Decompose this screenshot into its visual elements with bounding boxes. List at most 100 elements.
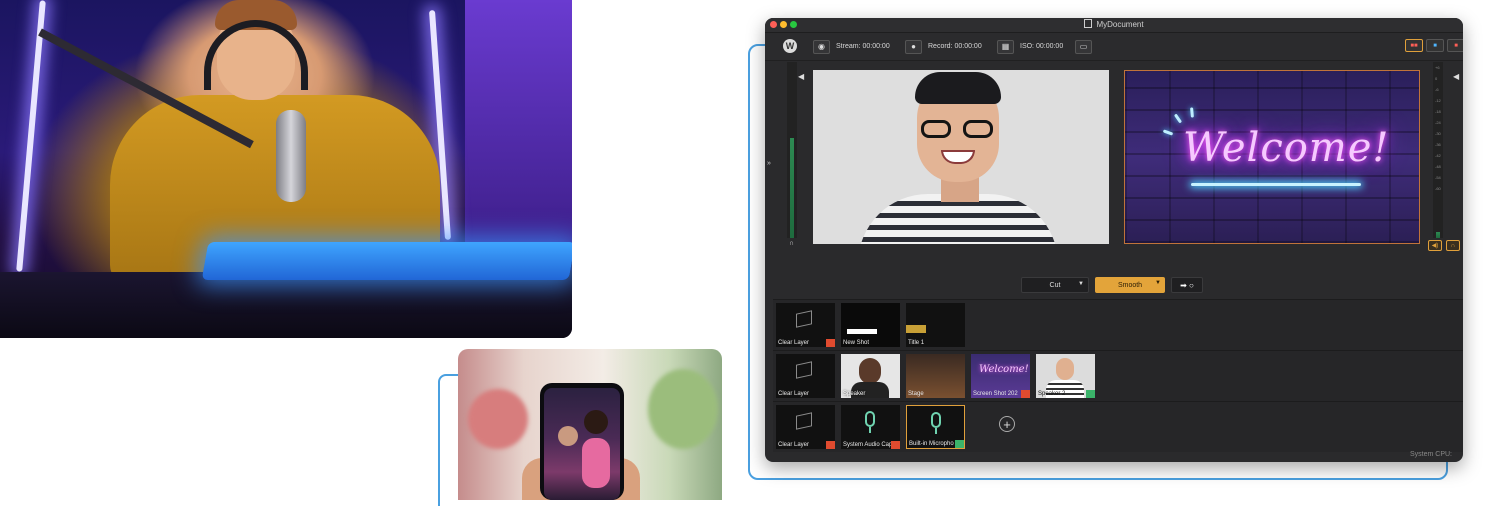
preview-monitor[interactable] xyxy=(813,70,1109,244)
meter-tick: -48 xyxy=(1435,164,1441,169)
meter-scale: +6 0 -6 -12 -18 -24 -30 -36 -42 -48 -54 … xyxy=(1435,62,1441,194)
iso-control[interactable]: ▦ ISO: 00:00:00 xyxy=(997,33,1063,60)
titlebar: MyDocument xyxy=(765,18,1463,33)
shot-label: Speaker 2 xyxy=(1038,391,1066,397)
volume-marker-icon[interactable]: ◀ xyxy=(798,72,804,81)
performer xyxy=(584,410,608,434)
shot-label: Title 1 xyxy=(908,340,925,346)
monitor-icon[interactable]: ▭ xyxy=(1075,39,1092,54)
smooth-transition-dropdown[interactable]: Smooth ▼ xyxy=(1095,277,1165,293)
shot-tile[interactable]: Clear Layer xyxy=(776,354,835,398)
shot-tile[interactable]: Clear Layer xyxy=(776,303,835,347)
toolbar: W ◉ Stream: 00:00:00 ● Record: 00:00:00 … xyxy=(765,33,1463,61)
broadcast-icon[interactable]: ◉ xyxy=(813,39,830,54)
layout-live-button[interactable]: ■ xyxy=(1447,39,1463,52)
shot-label: Speaker xyxy=(843,391,866,397)
shot-tile[interactable]: Built-in Micropho xyxy=(906,405,965,449)
screen-control[interactable]: ▭ xyxy=(1075,33,1098,60)
shot-tile[interactable]: New Shot xyxy=(841,303,900,347)
status-badge xyxy=(891,441,900,449)
bokeh xyxy=(648,369,718,449)
live-output-monitor[interactable]: Welcome! xyxy=(1124,70,1420,244)
headphone-icon[interactable]: ∩ xyxy=(1446,240,1460,251)
shot-tile[interactable]: Speaker 2 xyxy=(1036,354,1095,398)
bokeh xyxy=(468,389,528,449)
clapperboard-icon[interactable]: ▦ xyxy=(997,39,1014,54)
meter-tick: -30 xyxy=(1435,131,1441,136)
status-badge xyxy=(826,339,835,347)
go-button[interactable]: ➡ ○ xyxy=(1171,277,1203,293)
shot-label: Clear Layer xyxy=(778,442,810,448)
document-icon xyxy=(1084,19,1093,28)
headphone-monitor-icon[interactable]: ∩ xyxy=(789,240,794,247)
meter-tick: -6 xyxy=(1435,87,1439,92)
cut-label: Cut xyxy=(1049,281,1061,289)
record-label: Record: xyxy=(928,43,953,50)
shot-label: System Audio Captu xyxy=(843,442,898,448)
lower-third-graphic xyxy=(847,329,877,334)
speaker-thumb xyxy=(859,358,881,384)
keyboard xyxy=(201,242,572,280)
iso-time: 00:00:00 xyxy=(1035,43,1064,50)
speaker-icon[interactable]: ◀) xyxy=(1428,240,1442,251)
shot-tile[interactable]: Stage xyxy=(906,354,965,398)
shot-tile[interactable]: System Audio Captu xyxy=(841,405,900,449)
title-graphic xyxy=(906,325,926,333)
stream-time: 00:00:00 xyxy=(862,43,890,50)
shot-tile[interactable]: Clear Layer xyxy=(776,405,835,449)
expand-panel-icon[interactable]: » xyxy=(767,160,771,167)
meter-tick: -42 xyxy=(1435,153,1441,158)
shot-tile[interactable]: Speaker xyxy=(841,354,900,398)
podcaster-photo xyxy=(0,0,572,338)
layer-row-1: Clear Layer New Shot Title 1 xyxy=(773,299,1463,350)
neon-light xyxy=(16,0,46,272)
status-badge xyxy=(1086,390,1095,398)
layout-single-button[interactable]: ■ xyxy=(1426,39,1444,52)
record-icon[interactable]: ● xyxy=(905,39,922,54)
speaker2-thumb xyxy=(1056,358,1074,380)
shot-label: Clear Layer xyxy=(778,340,810,346)
meter-tick: -24 xyxy=(1435,120,1441,125)
shot-tile[interactable]: Title 1 xyxy=(906,303,965,347)
layers-icon xyxy=(796,361,812,379)
status-badge xyxy=(1021,390,1030,398)
microphone-icon xyxy=(931,412,941,428)
window-title: MyDocument xyxy=(765,19,1463,29)
smartphone xyxy=(540,383,624,500)
welcome-thumb-text: Welcome! xyxy=(979,364,1029,375)
glasses-lens xyxy=(963,120,993,138)
person-hair xyxy=(915,72,1001,104)
smooth-label: Smooth xyxy=(1117,281,1143,289)
meter-tick: -36 xyxy=(1435,142,1441,147)
meter-tick: -54 xyxy=(1435,175,1441,180)
purple-wall-panel xyxy=(465,0,572,260)
layer-row-3: Clear Layer System Audio Captu Built-in … xyxy=(773,401,1463,452)
meter-tick: 0 xyxy=(1435,76,1438,81)
layout-dual-button[interactable]: ■■ xyxy=(1405,39,1423,52)
shot-label: Built-in Micropho xyxy=(909,441,954,447)
shot-label: Screen Shot 202 xyxy=(973,391,1018,397)
phone-screen xyxy=(544,388,620,500)
app-window: MyDocument W ◉ Stream: 00:00:00 ● Record… xyxy=(765,18,1463,462)
meter-tick: +6 xyxy=(1435,65,1440,70)
window-title-text: MyDocument xyxy=(1096,20,1144,29)
microphone-icon xyxy=(865,411,875,427)
performer xyxy=(558,426,578,446)
stream-label: Stream: xyxy=(836,43,861,50)
status-badge xyxy=(955,440,964,448)
wirecast-logo-icon[interactable]: W xyxy=(783,39,797,53)
cpu-status: System CPU: xyxy=(1410,451,1453,458)
chevron-down-icon: ▼ xyxy=(1078,281,1084,287)
glasses xyxy=(921,120,995,138)
stream-control[interactable]: ◉ Stream: 00:00:00 xyxy=(813,33,890,60)
meter-tick: -12 xyxy=(1435,98,1441,103)
shot-label: New Shot xyxy=(843,340,870,346)
meter-level xyxy=(1436,232,1440,238)
cut-transition-dropdown[interactable]: Cut ▼ xyxy=(1021,277,1089,293)
meter-tick: -18 xyxy=(1435,109,1441,114)
shot-tile[interactable]: Welcome! Screen Shot 202 xyxy=(971,354,1030,398)
record-control[interactable]: ● Record: 00:00:00 xyxy=(905,33,982,60)
iso-label: ISO: xyxy=(1020,43,1035,50)
volume-marker-icon[interactable]: ◀ xyxy=(1453,72,1459,81)
plus-icon[interactable]: + xyxy=(999,416,1015,432)
